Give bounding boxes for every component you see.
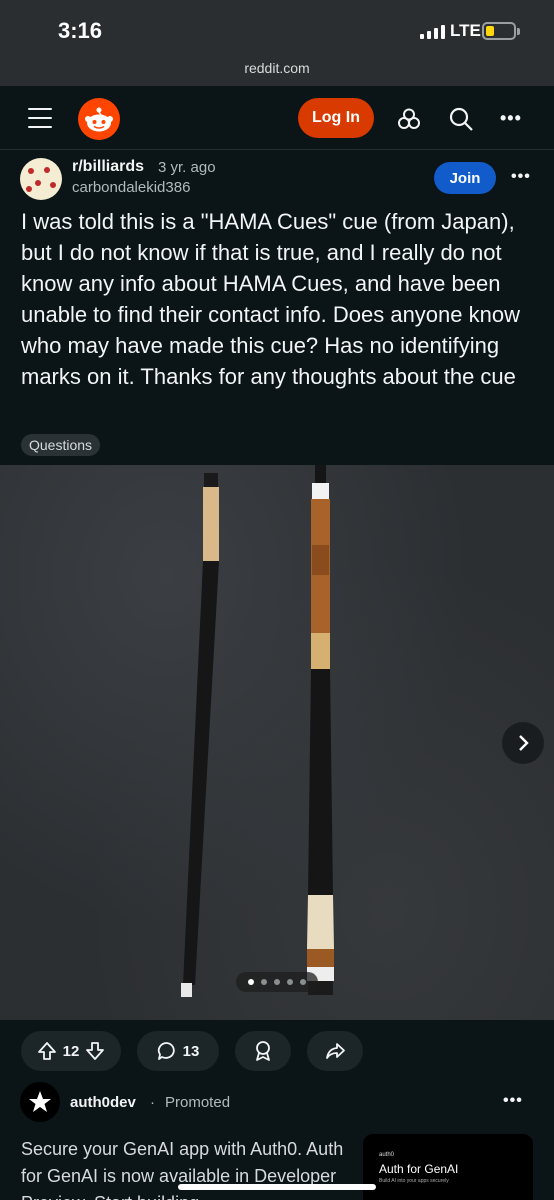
share-icon bbox=[326, 1043, 345, 1059]
downvote-icon[interactable] bbox=[85, 1041, 105, 1061]
popular-icon[interactable] bbox=[396, 106, 422, 132]
vote-bar: 12 bbox=[21, 1031, 121, 1071]
url-bar[interactable]: reddit.com bbox=[0, 60, 554, 76]
upvote-icon[interactable] bbox=[37, 1041, 57, 1061]
post-author[interactable]: carbondalekid386 bbox=[72, 179, 190, 196]
promoted-label: Promoted bbox=[165, 1094, 231, 1111]
reddit-logo-icon[interactable] bbox=[78, 98, 120, 140]
pager-dot bbox=[248, 979, 254, 985]
menu-icon[interactable] bbox=[28, 108, 54, 128]
battery-icon bbox=[482, 22, 516, 40]
comment-count: 13 bbox=[182, 1042, 200, 1060]
advertiser-name[interactable]: auth0dev bbox=[70, 1094, 136, 1111]
chevron-right-icon bbox=[519, 735, 529, 751]
home-indicator[interactable] bbox=[178, 1184, 376, 1190]
award-button[interactable] bbox=[235, 1031, 291, 1071]
promo-card-image[interactable]: auth0 Auth for GenAI Build AI into your … bbox=[363, 1134, 533, 1200]
pager-dot bbox=[274, 979, 280, 985]
post-image[interactable] bbox=[0, 465, 554, 1020]
post-age: 3 yr. ago bbox=[158, 159, 216, 176]
promo-text[interactable]: Secure your GenAI app with Auth0. Auth f… bbox=[21, 1136, 351, 1200]
battery-tip bbox=[517, 28, 520, 35]
pager-dot bbox=[300, 979, 306, 985]
post-title: I was told this is a "HAMA Cues" cue (fr… bbox=[21, 209, 520, 389]
app-header: Log In ••• bbox=[0, 86, 554, 150]
pager-dot bbox=[261, 979, 267, 985]
auth0-logo-icon bbox=[29, 1091, 51, 1112]
upvote-count: 12 bbox=[62, 1042, 80, 1060]
search-icon[interactable] bbox=[448, 106, 474, 132]
status-bar: 3:16 LTE reddit.com bbox=[0, 0, 554, 86]
promo-card-title: Auth for GenAI bbox=[379, 1162, 459, 1176]
post-more-icon[interactable]: ••• bbox=[511, 168, 531, 186]
meta-separator: · bbox=[150, 1094, 155, 1111]
cue-photo bbox=[181, 465, 334, 997]
signal-icon bbox=[420, 25, 445, 39]
post-flair[interactable]: Questions bbox=[21, 434, 101, 456]
status-time: 3:16 bbox=[58, 18, 103, 43]
promo-more-icon[interactable]: ••• bbox=[503, 1092, 523, 1110]
image-pager bbox=[236, 972, 318, 992]
login-button[interactable]: Log In bbox=[298, 98, 374, 138]
subreddit-name[interactable]: r/billiards bbox=[72, 158, 144, 176]
comments-button[interactable]: 13 bbox=[137, 1031, 219, 1071]
promo-card-subtitle: Build AI into your apps securely bbox=[379, 1178, 449, 1184]
advertiser-avatar[interactable] bbox=[20, 1082, 60, 1122]
promo-card-brand: auth0 bbox=[379, 1152, 395, 1158]
next-image-button[interactable] bbox=[502, 722, 544, 764]
share-button[interactable] bbox=[307, 1031, 363, 1071]
comment-icon bbox=[157, 1042, 175, 1060]
award-icon bbox=[256, 1041, 270, 1061]
join-button[interactable]: Join bbox=[434, 162, 496, 194]
network-type: LTE bbox=[450, 21, 481, 40]
pager-dot bbox=[287, 979, 293, 985]
subreddit-avatar[interactable] bbox=[20, 158, 62, 200]
more-icon[interactable]: ••• bbox=[500, 108, 522, 129]
